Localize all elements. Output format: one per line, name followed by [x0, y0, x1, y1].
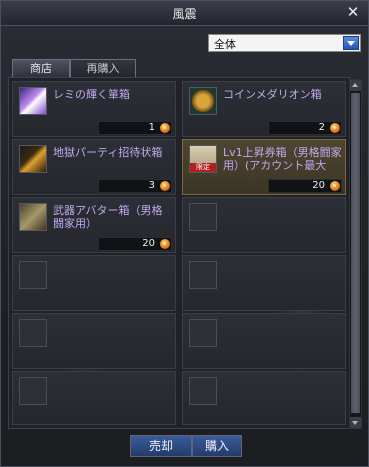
shop-window: 風震 ✕ 全体 商店 再購入 レミの輝く箪箱 1 コインメダリオン箱 2 地獄パ… — [0, 0, 369, 467]
limited-badge: 限定 — [190, 163, 216, 172]
item-price-bar: 3 — [98, 179, 172, 193]
item-price: 2 — [318, 122, 325, 133]
coin-icon — [160, 239, 170, 249]
item-price-bar: 20 — [98, 237, 172, 251]
coin-icon — [330, 123, 340, 133]
empty-slot[interactable] — [182, 313, 346, 369]
weapon-avatar-box-icon — [19, 203, 47, 231]
empty-slot-icon — [19, 319, 47, 347]
close-icon[interactable]: ✕ — [345, 4, 361, 20]
item-slot[interactable]: 武器アバター箱（男格闘家用） 20 — [12, 197, 176, 253]
item-scrollbar[interactable] — [349, 79, 362, 429]
empty-slot-icon — [189, 261, 217, 289]
title-bar[interactable]: 風震 ✕ — [1, 1, 368, 26]
level-up-ticket-icon: 限定 — [189, 145, 217, 173]
item-price: 20 — [142, 238, 155, 249]
empty-slot[interactable] — [12, 371, 176, 425]
item-slot-selected[interactable]: 限定 Lv1上昇券箱（男格闘家用）(アカウント最大 0/1個 20 — [182, 139, 346, 195]
coin-medallion-icon — [189, 87, 217, 115]
empty-slot[interactable] — [182, 371, 346, 425]
scroll-down-icon[interactable] — [350, 417, 361, 428]
coin-icon — [160, 123, 170, 133]
item-name: コインメダリオン箱 — [223, 88, 322, 101]
magic-box-icon — [19, 87, 47, 115]
sell-button[interactable]: 売却 — [130, 435, 192, 457]
empty-slot[interactable] — [12, 313, 176, 369]
item-price: 20 — [312, 180, 325, 191]
empty-slot-icon — [189, 319, 217, 347]
scroll-thumb[interactable] — [351, 93, 360, 413]
chevron-down-icon[interactable] — [343, 36, 359, 50]
item-price-bar: 20 — [268, 179, 342, 193]
tab-rebuy[interactable]: 再購入 — [70, 59, 136, 77]
item-slot[interactable]: 地獄パーティ招待状箱 3 — [12, 139, 176, 195]
hell-invitation-icon — [19, 145, 47, 173]
item-name: 武器アバター箱（男格闘家用） — [53, 204, 163, 230]
category-filter-select[interactable]: 全体 — [208, 34, 361, 52]
tab-shop[interactable]: 商店 — [12, 59, 70, 77]
empty-slot-icon — [189, 203, 217, 231]
empty-slot-icon — [189, 377, 217, 405]
item-slot[interactable]: コインメダリオン箱 2 — [182, 81, 346, 137]
item-price: 3 — [148, 180, 155, 191]
empty-slot[interactable] — [182, 197, 346, 253]
empty-slot[interactable] — [12, 255, 176, 311]
item-price: 1 — [148, 122, 155, 133]
empty-slot-icon — [19, 377, 47, 405]
window-title: 風震 — [172, 7, 197, 21]
item-price-bar: 1 — [98, 121, 172, 135]
item-grid-panel: レミの輝く箪箱 1 コインメダリオン箱 2 地獄パーティ招待状箱 3 限定 Lv… — [8, 77, 350, 429]
empty-slot-icon — [19, 261, 47, 289]
scroll-up-icon[interactable] — [350, 80, 361, 91]
item-name: 地獄パーティ招待状箱 — [53, 146, 163, 159]
item-price-bar: 2 — [268, 121, 342, 135]
coin-icon — [160, 181, 170, 191]
empty-slot[interactable] — [182, 255, 346, 311]
item-name: Lv1上昇券箱（男格闘家用）(アカウント最大 0/1個 — [223, 146, 342, 172]
buy-button[interactable]: 購入 — [192, 435, 242, 457]
category-filter-value: 全体 — [214, 38, 236, 51]
item-name: レミの輝く箪箱 — [53, 88, 130, 101]
coin-icon — [330, 181, 340, 191]
item-slot[interactable]: レミの輝く箪箱 1 — [12, 81, 176, 137]
